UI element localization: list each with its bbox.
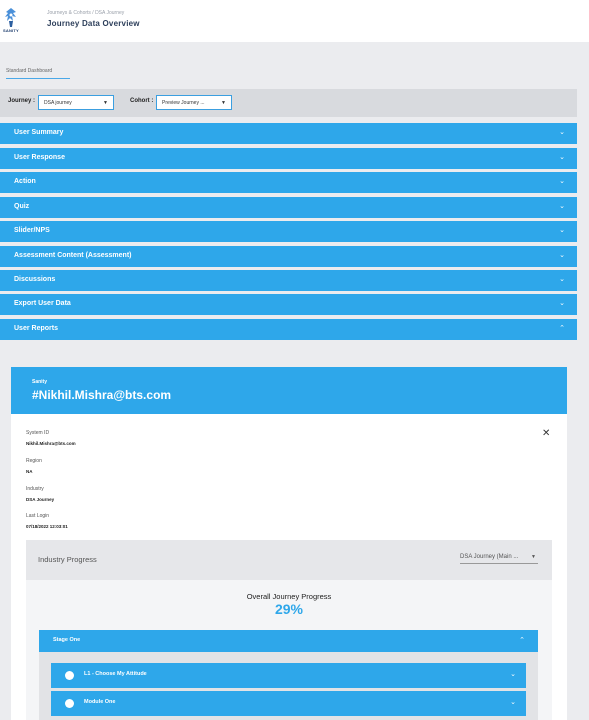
overall-progress-percent: 29% xyxy=(274,601,304,617)
accordion-action[interactable]: Action ⌄ xyxy=(0,172,577,193)
industry-value: DSA Journey xyxy=(26,497,55,502)
stage-body: L1 - Choose My Attitude ⌄ Module One ⌄ xyxy=(39,652,538,720)
stage-one-accordion[interactable]: Stage One ⌃ xyxy=(39,630,538,652)
username: #Nikhil.Mishra@bts.com xyxy=(32,388,172,402)
accordion-label: User Reports xyxy=(14,325,58,332)
accordion-label: Assessment Content (Assessment) xyxy=(14,252,132,259)
accordion-slider-nps[interactable]: Slider/NPS ⌄ xyxy=(0,221,577,242)
module-label: L1 - Choose My Attitude xyxy=(84,671,147,677)
accordion-label: User Response xyxy=(14,154,65,161)
chevron-down-icon: ⌄ xyxy=(510,671,516,678)
region-label: Region xyxy=(26,458,42,464)
caret-down-icon: ▼ xyxy=(221,100,226,106)
chevron-down-icon: ⌄ xyxy=(559,252,565,259)
module-item-l1[interactable]: L1 - Choose My Attitude ⌄ xyxy=(51,663,526,688)
user-report-card: Sanity #Nikhil.Mishra@bts.com ✕ System I… xyxy=(11,367,567,720)
status-circle-icon xyxy=(65,699,74,708)
module-item-module-one[interactable]: Module One ⌄ xyxy=(51,691,526,716)
chevron-down-icon: ⌄ xyxy=(559,203,565,210)
overall-progress-label: Overall Journey Progress xyxy=(246,592,332,601)
caret-down-icon: ▼ xyxy=(531,554,536,560)
breadcrumb[interactable]: Journeys & Cohorts / DSA Journey xyxy=(47,10,124,16)
chevron-down-icon: ⌄ xyxy=(559,154,565,161)
last-login-value: 07/18/2022 12:03:01 xyxy=(26,524,68,529)
status-circle-icon xyxy=(65,671,74,680)
industry-label: Industry xyxy=(26,486,44,492)
stage-label: Stage One xyxy=(53,637,81,643)
journey-select[interactable]: DSA journey ▼ xyxy=(38,95,114,110)
chevron-down-icon: ⌄ xyxy=(559,276,565,283)
accordion-user-summary[interactable]: User Summary ⌄ xyxy=(0,123,577,144)
org-name: Sanity xyxy=(32,379,48,385)
accordion-label: Slider/NPS xyxy=(14,227,50,234)
accordion-quiz[interactable]: Quiz ⌄ xyxy=(0,197,577,218)
cohort-select[interactable]: Preview Journey ... ▼ xyxy=(156,95,232,110)
tab-bar: Standard Dashboard xyxy=(0,42,589,84)
region-value: NA xyxy=(26,469,33,474)
journey-select-value: DSA journey xyxy=(44,100,72,106)
chevron-up-icon: ⌃ xyxy=(559,325,565,332)
top-bar: SANITY Journeys & Cohorts / DSA Journey … xyxy=(0,0,589,42)
accordion-user-reports[interactable]: User Reports ⌃ xyxy=(0,319,577,340)
chevron-up-icon: ⌃ xyxy=(519,637,525,644)
journey-label: Journey : xyxy=(8,98,36,104)
system-id-value: Nikhil.Mishra@bts.com xyxy=(26,441,76,446)
accordion-label: Action xyxy=(14,178,36,185)
progress-journey-select[interactable]: DSA Journey (Main ... ▼ xyxy=(460,554,538,564)
system-id-label: System ID xyxy=(26,430,50,436)
accordion-label: Quiz xyxy=(14,203,30,210)
accordion-assessment-content[interactable]: Assessment Content (Assessment) ⌄ xyxy=(0,246,577,267)
accordion-label: Discussions xyxy=(14,276,56,283)
caret-down-icon: ▼ xyxy=(103,100,108,106)
module-label: Module One xyxy=(84,699,116,705)
progress-journey-value: DSA Journey (Main ... xyxy=(460,554,519,560)
chevron-down-icon: ⌄ xyxy=(559,129,565,136)
progress-title: Industry Progress xyxy=(38,555,97,564)
chevron-down-icon: ⌄ xyxy=(559,300,565,307)
logo-text: SANITY xyxy=(3,28,19,33)
accordion-label: User Summary xyxy=(14,129,64,136)
close-icon[interactable]: ✕ xyxy=(542,428,550,439)
last-login-label: Last Login xyxy=(26,513,50,519)
industry-progress-panel: Industry Progress DSA Journey (Main ... … xyxy=(26,540,552,720)
progress-header: Industry Progress DSA Journey (Main ... … xyxy=(26,540,552,580)
cohort-select-value: Preview Journey ... xyxy=(162,100,205,106)
page-title: Journey Data Overview xyxy=(47,19,140,28)
chevron-down-icon: ⌄ xyxy=(559,178,565,185)
accordion-label: Export User Data xyxy=(14,300,71,307)
tab-standard-dashboard[interactable]: Standard Dashboard xyxy=(6,68,70,79)
accordion-user-response[interactable]: User Response ⌄ xyxy=(0,148,577,169)
chevron-down-icon: ⌄ xyxy=(559,227,565,234)
cohort-label: Cohort : xyxy=(130,98,154,104)
chevron-down-icon: ⌄ xyxy=(510,699,516,706)
profile-header: Sanity #Nikhil.Mishra@bts.com xyxy=(11,367,567,414)
accordion-discussions[interactable]: Discussions ⌄ xyxy=(0,270,577,291)
accordion-export-user-data[interactable]: Export User Data ⌄ xyxy=(0,294,577,315)
